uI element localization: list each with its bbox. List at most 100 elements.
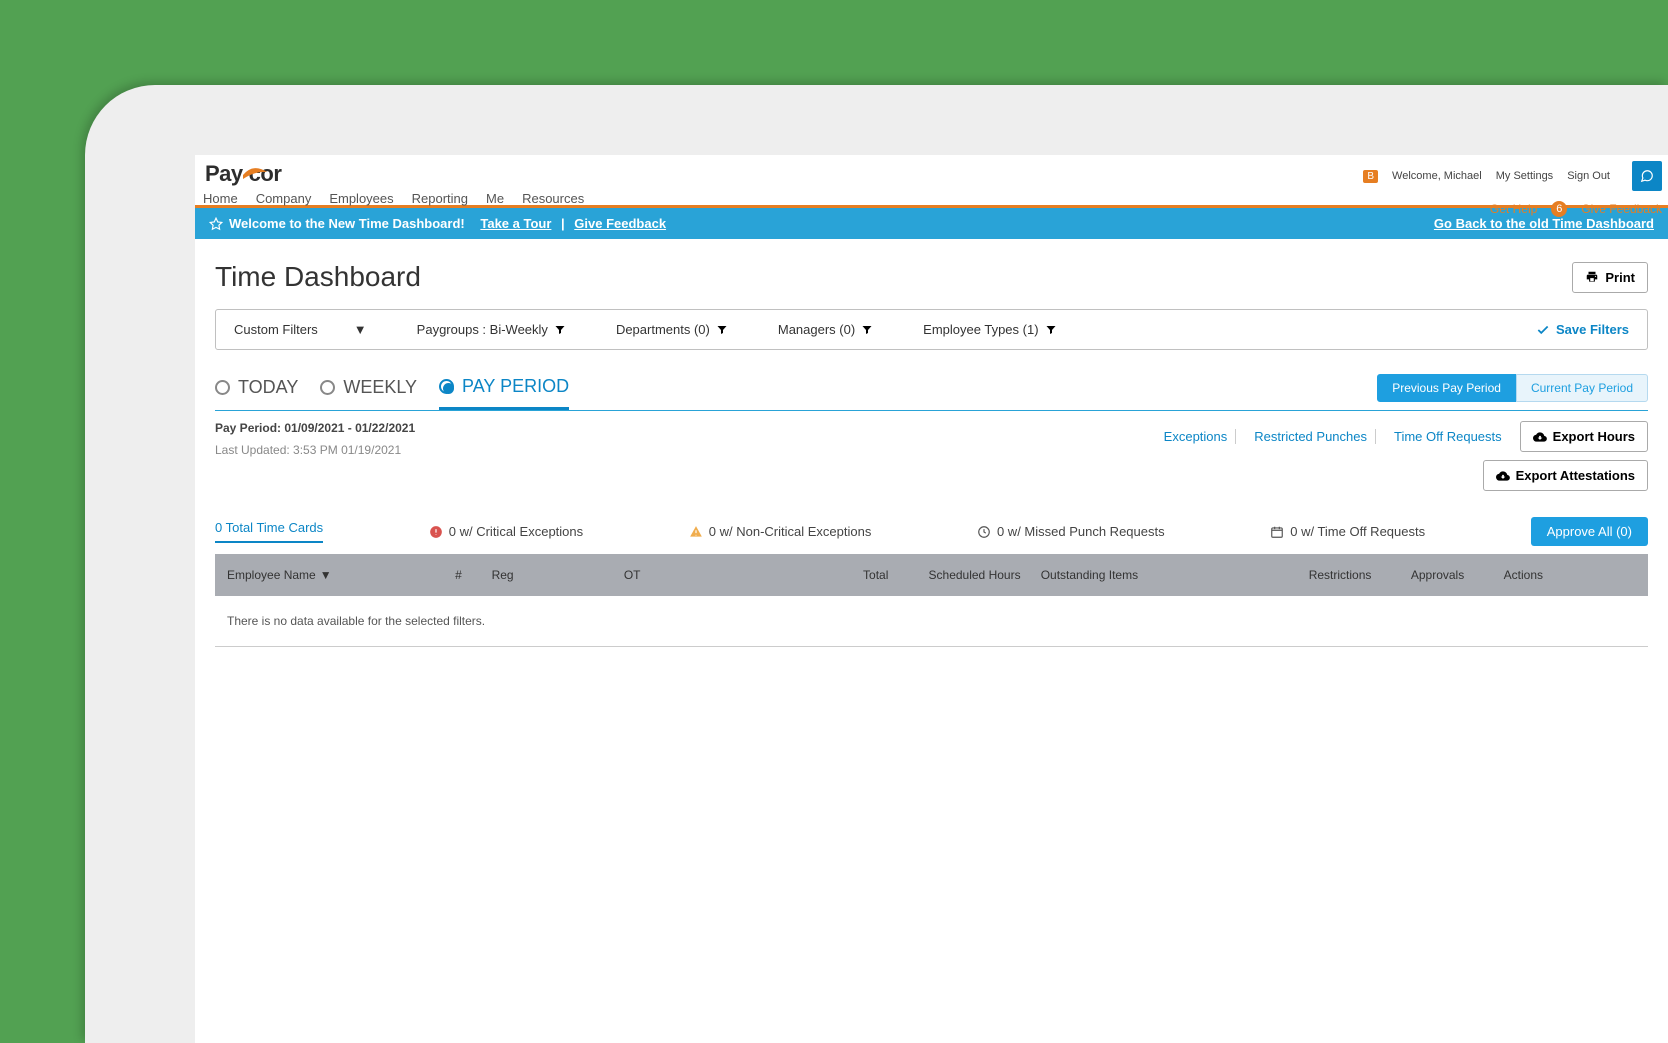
main-content: Time Dashboard Print Custom Filters ▼ Pa… bbox=[195, 239, 1668, 669]
nav-employees[interactable]: Employees bbox=[329, 191, 393, 206]
stat-noncritical-label: 0 w/ Non-Critical Exceptions bbox=[709, 524, 872, 539]
logo-nav-area: Paycor Home Company Employees Reporting … bbox=[195, 155, 584, 206]
col-number[interactable]: # bbox=[425, 568, 491, 582]
export-attestations-button[interactable]: Export Attestations bbox=[1483, 460, 1648, 491]
get-help-link[interactable]: Get Help bbox=[1490, 202, 1537, 216]
filter-bar: Custom Filters ▼ Paygroups : Bi-Weekly D… bbox=[215, 309, 1648, 350]
nav-me[interactable]: Me bbox=[486, 191, 504, 206]
stat-timeoff[interactable]: 0 w/ Time Off Requests bbox=[1270, 524, 1425, 539]
device-frame: Paycor Home Company Employees Reporting … bbox=[85, 85, 1668, 1043]
tab-today[interactable]: TODAY bbox=[215, 377, 298, 408]
time-off-requests-link[interactable]: Time Off Requests bbox=[1386, 429, 1510, 444]
banner-feedback-link[interactable]: Give Feedback bbox=[574, 216, 666, 231]
nav-home[interactable]: Home bbox=[203, 191, 238, 206]
chat-button[interactable] bbox=[1632, 161, 1662, 191]
last-updated: Last Updated: 3:53 PM 01/19/2021 bbox=[215, 443, 415, 457]
error-icon bbox=[429, 525, 443, 539]
stat-total-cards[interactable]: 0 Total Time Cards bbox=[215, 520, 323, 543]
col-total[interactable]: Total bbox=[756, 568, 908, 582]
print-label: Print bbox=[1605, 270, 1635, 285]
nav-resources[interactable]: Resources bbox=[522, 191, 584, 206]
stat-missed-label: 0 w/ Missed Punch Requests bbox=[997, 524, 1165, 539]
calendar-icon bbox=[1270, 525, 1284, 539]
welcome-badge: B bbox=[1363, 170, 1378, 183]
check-icon bbox=[1536, 323, 1550, 337]
col-scheduled[interactable]: Scheduled Hours bbox=[908, 568, 1040, 582]
welcome-text: Welcome, Michael bbox=[1392, 170, 1482, 182]
print-button[interactable]: Print bbox=[1572, 262, 1648, 293]
export-attestations-label: Export Attestations bbox=[1516, 468, 1635, 483]
col-ot[interactable]: OT bbox=[624, 568, 756, 582]
custom-filters-label: Custom Filters bbox=[234, 322, 318, 337]
radio-icon bbox=[439, 379, 454, 394]
departments-label: Departments (0) bbox=[616, 322, 710, 337]
restricted-punches-link[interactable]: Restricted Punches bbox=[1246, 429, 1376, 444]
tab-pay-period-label: PAY PERIOD bbox=[462, 376, 569, 397]
stat-missed-punch[interactable]: 0 w/ Missed Punch Requests bbox=[977, 524, 1165, 539]
employee-types-label: Employee Types (1) bbox=[923, 322, 1038, 337]
brand-logo: Paycor bbox=[203, 161, 584, 187]
app-screen: Paycor Home Company Employees Reporting … bbox=[195, 155, 1668, 1043]
stat-critical-label: 0 w/ Critical Exceptions bbox=[449, 524, 583, 539]
print-icon bbox=[1585, 270, 1599, 284]
main-nav: Home Company Employees Reporting Me Reso… bbox=[203, 191, 584, 206]
tab-weekly[interactable]: WEEKLY bbox=[320, 377, 417, 408]
tab-today-label: TODAY bbox=[238, 377, 298, 398]
stat-noncritical[interactable]: 0 w/ Non-Critical Exceptions bbox=[689, 524, 872, 539]
radio-icon bbox=[320, 380, 335, 395]
warning-icon bbox=[689, 525, 703, 539]
export-hours-label: Export Hours bbox=[1553, 429, 1635, 444]
page-title: Time Dashboard bbox=[215, 261, 421, 293]
star-icon bbox=[209, 217, 223, 231]
banner-text: Welcome to the New Time Dashboard! bbox=[229, 216, 465, 231]
approve-all-button[interactable]: Approve All (0) bbox=[1531, 517, 1648, 546]
nav-company[interactable]: Company bbox=[256, 191, 312, 206]
filter-icon bbox=[554, 324, 566, 336]
stats-row: 0 Total Time Cards 0 w/ Critical Excepti… bbox=[215, 517, 1648, 546]
custom-filters-dropdown[interactable]: Custom Filters ▼ bbox=[234, 322, 367, 337]
current-pay-period-button[interactable]: Current Pay Period bbox=[1516, 374, 1648, 402]
chat-icon bbox=[1640, 169, 1654, 183]
col-name-label: Employee Name bbox=[227, 568, 316, 582]
radio-icon bbox=[215, 380, 230, 395]
col-employee-name[interactable]: Employee Name ▼ bbox=[227, 568, 425, 582]
exceptions-link[interactable]: Exceptions bbox=[1156, 429, 1237, 444]
pay-period-range: Pay Period: 01/09/2021 - 01/22/2021 bbox=[215, 421, 415, 435]
managers-filter[interactable]: Managers (0) bbox=[778, 322, 873, 337]
paygroups-filter[interactable]: Paygroups : Bi-Weekly bbox=[417, 322, 566, 337]
stat-timeoff-label: 0 w/ Time Off Requests bbox=[1290, 524, 1425, 539]
view-tabs: TODAY WEEKLY PAY PERIOD Previous Pay Per… bbox=[215, 374, 1648, 411]
filter-icon bbox=[861, 324, 873, 336]
col-outstanding[interactable]: Outstanding Items bbox=[1041, 568, 1239, 582]
help-count-badge: 6 bbox=[1551, 201, 1567, 217]
save-filters-button[interactable]: Save Filters bbox=[1536, 322, 1629, 337]
swoosh-icon bbox=[243, 168, 267, 182]
col-restrictions[interactable]: Restrictions bbox=[1239, 568, 1371, 582]
go-back-link[interactable]: Go Back to the old Time Dashboard bbox=[1434, 216, 1654, 231]
sign-out-link[interactable]: Sign Out bbox=[1567, 170, 1610, 182]
top-bar: Paycor Home Company Employees Reporting … bbox=[195, 155, 1668, 205]
stat-critical[interactable]: 0 w/ Critical Exceptions bbox=[429, 524, 583, 539]
export-hours-button[interactable]: Export Hours bbox=[1520, 421, 1648, 452]
give-feedback-link[interactable]: Give Feedback bbox=[1581, 202, 1662, 216]
no-data-message: There is no data available for the selec… bbox=[215, 596, 1648, 647]
tab-pay-period[interactable]: PAY PERIOD bbox=[439, 376, 569, 410]
save-filters-label: Save Filters bbox=[1556, 322, 1629, 337]
employee-types-filter[interactable]: Employee Types (1) bbox=[923, 322, 1056, 337]
filter-icon bbox=[1045, 324, 1057, 336]
tab-weekly-label: WEEKLY bbox=[343, 377, 417, 398]
departments-filter[interactable]: Departments (0) bbox=[616, 322, 728, 337]
take-tour-link[interactable]: Take a Tour bbox=[480, 216, 551, 231]
sort-desc-icon: ▼ bbox=[320, 568, 332, 582]
col-actions[interactable]: Actions bbox=[1504, 568, 1636, 582]
my-settings-link[interactable]: My Settings bbox=[1496, 170, 1553, 182]
filter-icon bbox=[716, 324, 728, 336]
top-right: B Welcome, Michael My Settings Sign Out … bbox=[1363, 155, 1668, 217]
nav-reporting[interactable]: Reporting bbox=[412, 191, 468, 206]
previous-pay-period-button[interactable]: Previous Pay Period bbox=[1377, 374, 1516, 402]
cloud-download-icon bbox=[1496, 469, 1510, 483]
paygroups-label: Paygroups : Bi-Weekly bbox=[417, 322, 548, 337]
col-reg[interactable]: Reg bbox=[492, 568, 624, 582]
clock-icon bbox=[977, 525, 991, 539]
col-approvals[interactable]: Approvals bbox=[1371, 568, 1503, 582]
